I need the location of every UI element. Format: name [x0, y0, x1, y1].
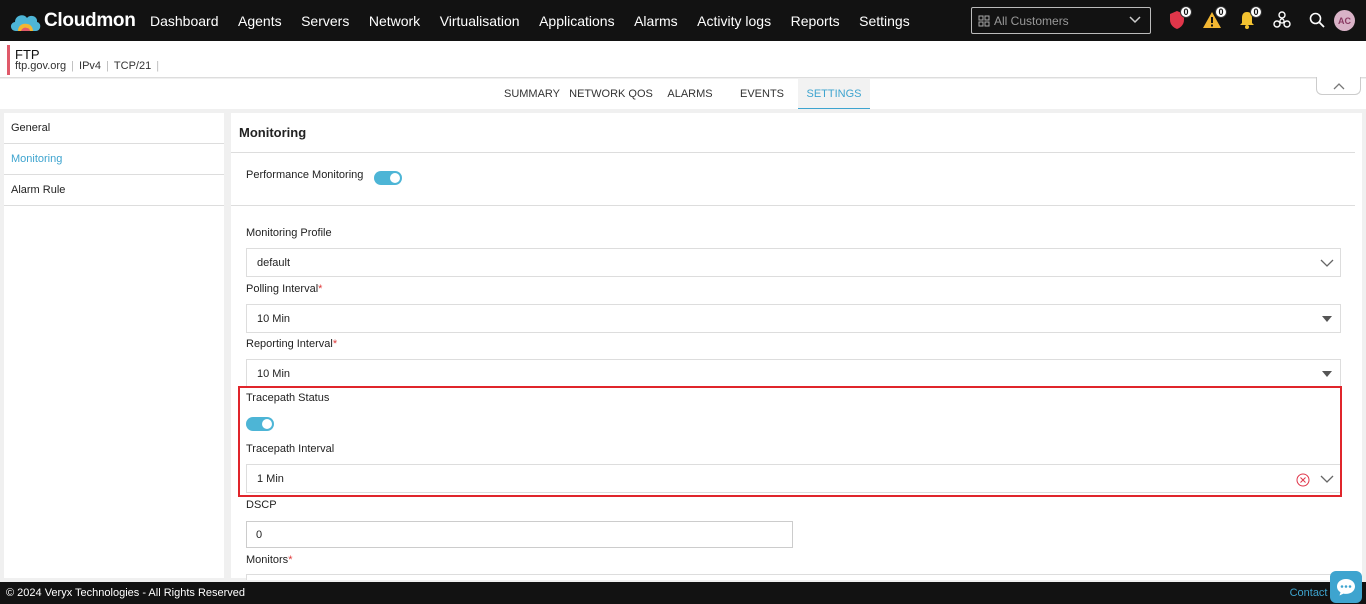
chevron-up-icon — [1333, 82, 1344, 89]
tracepath-interval-label: Tracepath Interval — [246, 443, 335, 455]
caret-down-icon — [1322, 371, 1332, 377]
app-logo[interactable]: Cloudmon — [8, 9, 140, 33]
notifications-button[interactable]: 0 — [1235, 6, 1262, 33]
alerts-badge: 0 — [1250, 6, 1262, 18]
sidebar-item-alarm-rule[interactable]: Alarm Rule — [4, 175, 224, 206]
polling-interval-label-text: Polling Interval — [246, 283, 319, 295]
polling-interval-select[interactable]: 10 Min — [246, 304, 1341, 333]
caret-down-icon — [1322, 316, 1332, 322]
grid-icon — [978, 15, 990, 26]
nav-settings[interactable]: Settings — [859, 13, 910, 29]
nav-dashboard[interactable]: Dashboard — [150, 13, 219, 29]
app-name: Cloudmon — [44, 9, 136, 31]
tracepath-status-label: Tracepath Status — [246, 392, 330, 404]
settings-sidebar: General Monitoring Alarm Rule — [4, 113, 224, 578]
required-marker: * — [318, 283, 323, 295]
customer-select-placeholder: All Customers — [994, 13, 1069, 28]
cloud-logo-icon — [10, 14, 41, 31]
chat-icon — [1337, 579, 1355, 596]
device-ip-version: IPv4 — [79, 60, 102, 72]
chevron-down-icon — [1129, 16, 1141, 24]
required-marker: * — [332, 338, 338, 350]
reporting-interval-label-text: Reporting Interval — [246, 338, 333, 350]
meta-separator: | — [71, 60, 75, 72]
meta-separator: | — [156, 60, 160, 72]
security-alerts-button[interactable]: 0 — [1165, 6, 1192, 33]
nav-applications[interactable]: Applications — [539, 13, 615, 29]
polling-interval-value: 10 Min — [257, 312, 291, 325]
required-marker: * — [288, 554, 293, 566]
nav-network[interactable]: Network — [369, 13, 420, 29]
sidebar-item-general[interactable]: General — [4, 113, 224, 144]
monitoring-profile-value: default — [257, 256, 291, 269]
main-nav: Dashboard Agents Servers Network Virtual… — [150, 13, 929, 29]
tracepath-interval-value: 1 Min — [257, 472, 284, 485]
chevron-down-icon — [1320, 475, 1334, 483]
tab-summary[interactable]: SUMMARY — [500, 79, 564, 109]
sidebar-item-monitoring[interactable]: Monitoring — [4, 144, 224, 175]
customer-select[interactable]: All Customers — [971, 7, 1151, 34]
tab-settings[interactable]: SETTINGS — [798, 79, 870, 109]
warnings-badge: 0 — [1215, 6, 1227, 18]
security-badge: 0 — [1180, 6, 1192, 18]
dscp-label: DSCP — [246, 499, 277, 511]
monitoring-profile-select[interactable]: default — [246, 248, 1341, 277]
reporting-interval-select[interactable]: 10 Min — [246, 359, 1341, 388]
search-button[interactable] — [1305, 7, 1329, 33]
top-icons: 0 0 0 — [1165, 6, 1340, 33]
reporting-interval-label: Reporting Interval* — [246, 338, 337, 350]
performance-monitoring-toggle[interactable] — [374, 171, 402, 185]
monitors-select[interactable] — [246, 574, 1341, 580]
clear-icon[interactable] — [1296, 473, 1310, 487]
page-title: Monitoring — [239, 125, 307, 140]
tracepath-status-toggle[interactable] — [246, 417, 274, 431]
device-meta: ftp.gov.org | IPv4 | TCP/21 | — [15, 60, 164, 72]
search-icon — [1309, 12, 1325, 28]
nav-reports[interactable]: Reports — [791, 13, 840, 29]
topology-button[interactable] — [1270, 7, 1294, 33]
device-host: ftp.gov.org — [15, 60, 67, 72]
network-topology-icon — [1273, 11, 1291, 28]
section-divider — [231, 205, 1355, 206]
monitoring-profile-label: Monitoring Profile — [246, 227, 332, 239]
user-avatar[interactable]: AC — [1334, 10, 1355, 31]
device-protocol-port: TCP/21 — [113, 60, 152, 72]
monitors-label-text: Monitors — [246, 554, 289, 566]
performance-monitoring-label: Performance Monitoring — [246, 169, 364, 181]
warnings-button[interactable]: 0 — [1200, 6, 1227, 33]
tab-events[interactable]: EVENTS — [732, 79, 792, 109]
top-navbar: Cloudmon Dashboard Agents Servers Networ… — [0, 0, 1366, 41]
monitoring-panel: Monitoring Performance Monitoring Monito… — [231, 113, 1362, 580]
polling-interval-label: Polling Interval* — [246, 283, 322, 295]
monitors-label: Monitors* — [246, 554, 292, 566]
section-divider — [231, 152, 1355, 153]
tab-network-qos[interactable]: NETWORK QOS — [568, 79, 654, 109]
footer-copyright: © 2024 Veryx Technologies - All Rights R… — [6, 587, 246, 599]
meta-separator: | — [106, 60, 109, 72]
tracepath-interval-select[interactable]: 1 Min — [246, 464, 1341, 493]
settings-tabs: SUMMARY NETWORK QOS ALARMS EVENTS SETTIN… — [0, 79, 1366, 109]
nav-alarms[interactable]: Alarms — [634, 13, 678, 29]
device-header: FTP ftp.gov.org | IPv4 | TCP/21 | — [0, 41, 1366, 78]
tab-alarms[interactable]: ALARMS — [660, 79, 720, 109]
chevron-down-icon — [1320, 259, 1334, 267]
nav-servers[interactable]: Servers — [301, 13, 349, 29]
dscp-input[interactable]: 0 — [246, 521, 793, 548]
chat-button[interactable] — [1330, 571, 1362, 603]
collapse-header-button[interactable] — [1316, 77, 1361, 95]
footer: © 2024 Veryx Technologies - All Rights R… — [0, 582, 1366, 604]
header-accent-bar — [7, 45, 10, 75]
nav-virtualisation[interactable]: Virtualisation — [440, 13, 520, 29]
nav-activity-logs[interactable]: Activity logs — [697, 13, 771, 29]
reporting-interval-value: 10 Min — [257, 367, 291, 380]
nav-agents[interactable]: Agents — [238, 13, 282, 29]
